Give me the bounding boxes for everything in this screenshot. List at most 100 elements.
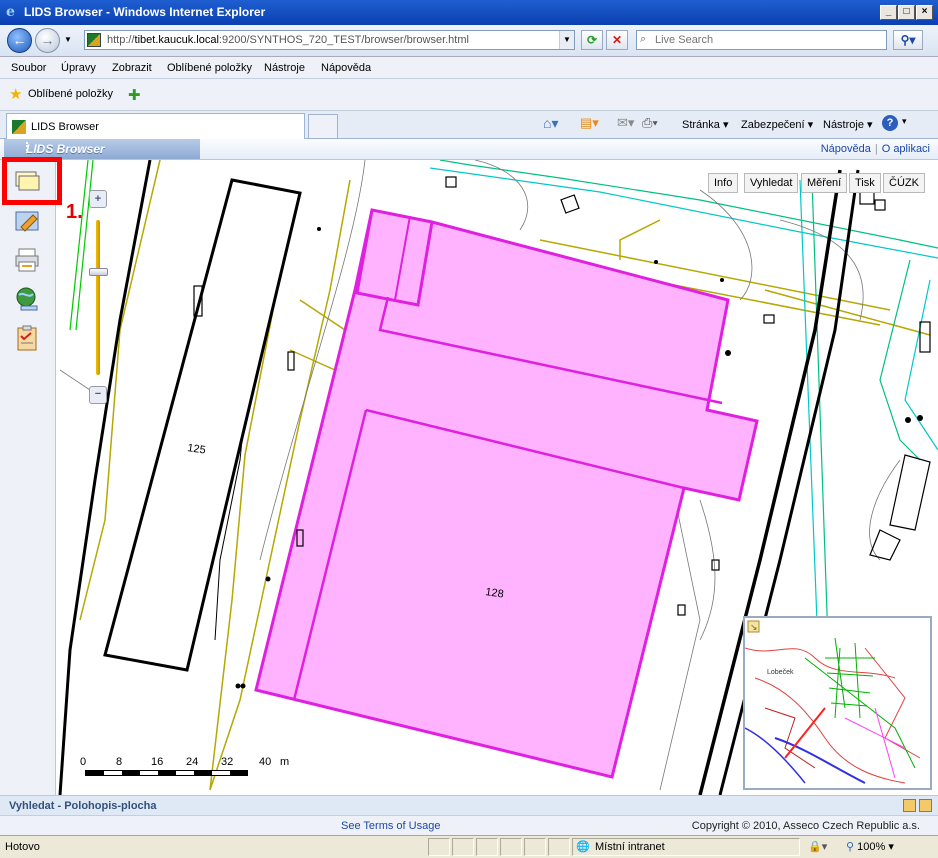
print-tool[interactable] <box>13 246 41 274</box>
highlight-frame <box>2 157 62 205</box>
favorites-bar: ★ Oblíbené položky ✚ <box>0 79 938 111</box>
scale-tick: 24 <box>186 756 199 768</box>
status-pane <box>524 838 546 856</box>
report-tool[interactable] <box>13 324 41 352</box>
maximize-button[interactable]: □ <box>898 5 915 20</box>
globe-tool[interactable] <box>13 285 41 313</box>
map-info-button[interactable]: Info <box>708 173 739 193</box>
help-icon[interactable]: ? <box>882 115 898 131</box>
restore-panel-icon[interactable] <box>903 799 916 812</box>
window-title: LIDS Browser - Windows Internet Explorer <box>24 5 266 19</box>
page-menu[interactable]: Stránka ▾ <box>682 118 729 131</box>
scale-unit: m <box>280 756 290 768</box>
menu-upravy[interactable]: Úpravy <box>61 62 96 74</box>
security-menu[interactable]: Zabezpečení ▾ <box>741 118 813 131</box>
map-search-button[interactable]: Vyhledat <box>744 173 799 193</box>
favorites-star-icon[interactable]: ★ <box>9 85 22 103</box>
about-link[interactable]: O aplikaci <box>882 143 930 155</box>
search-input[interactable] <box>655 32 875 48</box>
terms-link[interactable]: See Terms of Usage <box>341 820 440 832</box>
ie-status-bar: Hotovo 🌐 Místní intranet 🔒▾ ⚲ 100% ▾ <box>0 835 938 858</box>
intranet-globe-icon: 🌐 <box>576 841 590 853</box>
tab-label: LIDS Browser <box>31 121 99 133</box>
tools-menu[interactable]: Nástroje ▾ <box>823 118 873 131</box>
status-pane <box>500 838 522 856</box>
tab-lids-browser[interactable]: LIDS Browser <box>6 113 305 139</box>
help-dropdown-icon[interactable]: ▾ <box>902 116 907 127</box>
map-measure-button[interactable]: Měření <box>801 173 848 193</box>
back-button[interactable]: ← <box>7 28 32 53</box>
zoom-in-button[interactable]: + <box>89 190 107 208</box>
status-pane <box>428 838 450 856</box>
favorites-button[interactable]: Oblíbené položky <box>28 88 113 100</box>
address-toolbar: ← → ▼ http://tibet.kaucuk.local:9200/SYN… <box>0 25 938 57</box>
close-button[interactable]: × <box>916 5 933 20</box>
address-url: http://tibet.kaucuk.local:9200/SYNTHOS_7… <box>107 34 469 46</box>
history-dropdown-icon[interactable]: ▼ <box>64 35 72 44</box>
protected-mode-icon[interactable]: 🔒▾ <box>808 840 827 853</box>
map-cuzk-button[interactable]: ČÚZK <box>883 173 925 193</box>
scale-tick: 0 <box>80 756 87 768</box>
search-field[interactable]: ⌕ <box>636 30 887 50</box>
add-favorite-icon[interactable]: ✚ <box>128 86 141 104</box>
new-tab-button[interactable] <box>308 114 338 139</box>
address-field[interactable]: http://tibet.kaucuk.local:9200/SYNTHOS_7… <box>84 30 575 50</box>
zone-text: Místní intranet <box>595 841 665 853</box>
zoom-control: + − <box>89 190 108 405</box>
lids-tab-icon <box>12 120 26 134</box>
minimize-button[interactable]: _ <box>880 5 897 20</box>
print-tool-icon <box>15 248 39 272</box>
ie-logo-icon: e <box>6 4 15 20</box>
scale-tick: 40 <box>259 756 272 768</box>
overview-label: Lobeček <box>767 669 794 676</box>
zone-pane: 🌐 Místní intranet <box>572 838 800 856</box>
left-toolbar <box>0 160 56 795</box>
scale-tick: 32 <box>221 756 234 768</box>
overview-map[interactable]: Lobeček ↘ <box>743 616 932 790</box>
status-pane <box>452 838 474 856</box>
svg-text:↘: ↘ <box>750 623 758 633</box>
zoom-out-button[interactable]: − <box>89 386 107 404</box>
live-search-icon: ⌕ <box>640 33 647 45</box>
menu-bar: Soubor Úpravy Zobrazit Oblíbené položky … <box>0 57 938 79</box>
app-title: LIDS Browser <box>26 142 105 156</box>
overview-drawing: Lobeček ↘ <box>745 618 930 788</box>
edit-tool[interactable] <box>13 207 41 235</box>
globe-search-icon <box>16 287 38 311</box>
tab-bar: LIDS Browser ⌂▾ ▤▾ ✉▾ ⎙▾ Stránka ▾ Zabez… <box>0 111 938 139</box>
zoom-slider-handle[interactable] <box>89 268 108 276</box>
zoom-track[interactable] <box>96 220 100 375</box>
search-button[interactable]: ⚲▾ <box>893 30 923 50</box>
feeds-icon[interactable]: ▤▾ <box>580 115 599 131</box>
maximize-panel-icon[interactable] <box>919 799 932 812</box>
forward-button[interactable]: → <box>35 28 60 53</box>
mail-icon[interactable]: ✉▾ <box>617 115 634 131</box>
menu-zobrazit[interactable]: Zobrazit <box>112 62 152 74</box>
app-header: LIDS Browser Nápověda | O aplikaci <box>0 139 938 160</box>
scale-tick: 16 <box>151 756 164 768</box>
home-icon[interactable]: ⌂▾ <box>543 115 558 132</box>
page-icon <box>87 33 101 47</box>
scale-tick: 8 <box>116 756 123 768</box>
stop-button[interactable]: ✕ <box>606 30 628 50</box>
print-icon[interactable]: ⎙▾ <box>642 115 658 131</box>
scale-bar-graphic <box>85 770 248 776</box>
copyright: Copyright © 2010, Asseco Czech Republic … <box>691 820 920 832</box>
help-link[interactable]: Nápověda <box>821 143 871 155</box>
app-brand: LIDS Browser <box>4 139 200 159</box>
app-footer: See Terms of Usage Copyright © 2010, Ass… <box>0 815 938 835</box>
map-print-button[interactable]: Tisk <box>849 173 881 193</box>
app-links: Nápověda | O aplikaci <box>820 143 930 155</box>
building-label-125: 125 <box>187 442 207 456</box>
menu-napoveda[interactable]: Nápověda <box>321 62 371 74</box>
menu-soubor[interactable]: Soubor <box>11 62 46 74</box>
refresh-button[interactable]: ⟳ <box>581 30 603 50</box>
edit-map-icon <box>15 211 39 232</box>
menu-oblibene[interactable]: Oblíbené položky <box>167 62 252 74</box>
zoom-level[interactable]: ⚲ 100% ▾ <box>846 840 894 853</box>
step-marker: 1. <box>66 201 83 223</box>
status-pane <box>548 838 570 856</box>
address-dropdown-icon[interactable]: ▼ <box>559 31 574 49</box>
window-titlebar: e LIDS Browser - Windows Internet Explor… <box>0 0 938 25</box>
menu-nastroje[interactable]: Nástroje <box>264 62 305 74</box>
